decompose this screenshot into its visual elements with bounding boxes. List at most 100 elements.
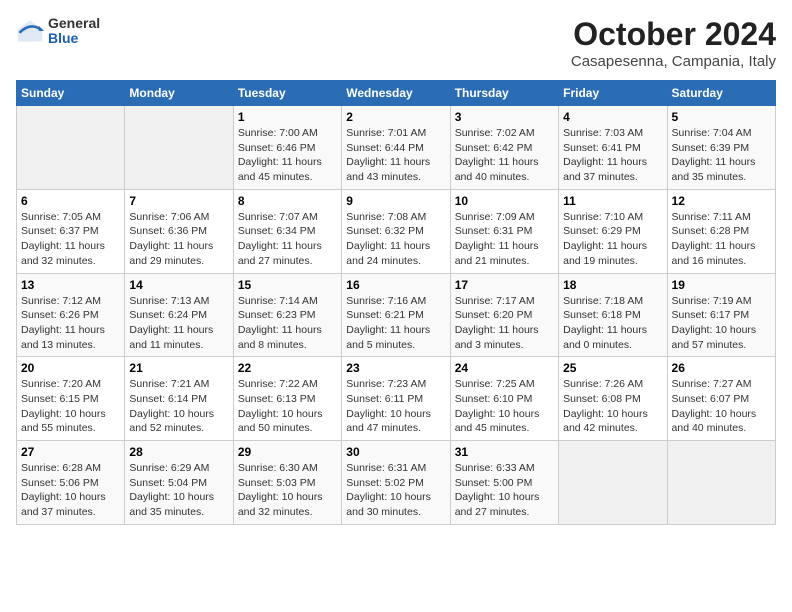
day-info: Sunrise: 7:27 AM Sunset: 6:07 PM Dayligh…: [672, 377, 771, 436]
calendar-cell: 18 Sunrise: 7:18 AM Sunset: 6:18 PM Dayli…: [559, 273, 667, 357]
day-info: Sunrise: 7:16 AM Sunset: 6:21 PM Dayligh…: [346, 294, 445, 353]
day-info: Sunrise: 7:26 AM Sunset: 6:08 PM Dayligh…: [563, 377, 662, 436]
title-block: October 2024 Casapesenna, Campania, Ital…: [571, 16, 776, 70]
calendar-title: October 2024: [571, 16, 776, 53]
day-info: Sunrise: 7:03 AM Sunset: 6:41 PM Dayligh…: [563, 126, 662, 185]
weekday-header: Monday: [125, 81, 233, 106]
day-info: Sunrise: 7:05 AM Sunset: 6:37 PM Dayligh…: [21, 210, 120, 269]
logo: General Blue: [16, 16, 100, 47]
calendar-cell: 15 Sunrise: 7:14 AM Sunset: 6:23 PM Dayli…: [233, 273, 341, 357]
day-number: 25: [563, 361, 662, 375]
day-info: Sunrise: 7:19 AM Sunset: 6:17 PM Dayligh…: [672, 294, 771, 353]
weekday-header: Saturday: [667, 81, 775, 106]
calendar-cell: 24Sunrise: 7:25 AM Sunset: 6:10 PM Dayli…: [450, 357, 558, 441]
day-info: Sunrise: 7:13 AM Sunset: 6:24 PM Dayligh…: [129, 294, 228, 353]
day-info: Sunrise: 7:04 AM Sunset: 6:39 PM Dayligh…: [672, 126, 771, 185]
day-number: 15: [238, 278, 337, 292]
calendar-cell: 29 Sunrise: 6:30 AM Sunset: 5:03 PM Dayli…: [233, 441, 341, 525]
calendar-cell: 20Sunrise: 7:20 AM Sunset: 6:15 PM Dayli…: [17, 357, 125, 441]
weekday-header: Tuesday: [233, 81, 341, 106]
day-info: Sunrise: 7:07 AM Sunset: 6:34 PM Dayligh…: [238, 210, 337, 269]
calendar-cell: 5 Sunrise: 7:04 AM Sunset: 6:39 PM Daylig…: [667, 106, 775, 190]
calendar-cell: 19 Sunrise: 7:19 AM Sunset: 6:17 PM Dayli…: [667, 273, 775, 357]
day-number: 5: [672, 110, 771, 124]
calendar-cell: 26 Sunrise: 7:27 AM Sunset: 6:07 PM Dayli…: [667, 357, 775, 441]
day-info: Sunrise: 7:01 AM Sunset: 6:44 PM Dayligh…: [346, 126, 445, 185]
day-info: Sunrise: 7:02 AM Sunset: 6:42 PM Dayligh…: [455, 126, 554, 185]
calendar-week-row: 13 Sunrise: 7:12 AM Sunset: 6:26 PM Dayli…: [17, 273, 776, 357]
day-info: Sunrise: 6:30 AM Sunset: 5:03 PM Dayligh…: [238, 461, 337, 520]
calendar-cell: 8 Sunrise: 7:07 AM Sunset: 6:34 PM Daylig…: [233, 189, 341, 273]
day-info: Sunrise: 7:09 AM Sunset: 6:31 PM Dayligh…: [455, 210, 554, 269]
day-number: 26: [672, 361, 771, 375]
day-number: 22: [238, 361, 337, 375]
weekday-header: Wednesday: [342, 81, 450, 106]
calendar-cell: 1 Sunrise: 7:00 AM Sunset: 6:46 PM Daylig…: [233, 106, 341, 190]
calendar-cell: [17, 106, 125, 190]
day-info: Sunrise: 6:31 AM Sunset: 5:02 PM Dayligh…: [346, 461, 445, 520]
calendar-week-row: 6 Sunrise: 7:05 AM Sunset: 6:37 PM Daylig…: [17, 189, 776, 273]
day-number: 13: [21, 278, 120, 292]
day-info: Sunrise: 7:23 AM Sunset: 6:11 PM Dayligh…: [346, 377, 445, 436]
day-info: Sunrise: 7:11 AM Sunset: 6:28 PM Dayligh…: [672, 210, 771, 269]
day-number: 11: [563, 194, 662, 208]
calendar-cell: 10 Sunrise: 7:09 AM Sunset: 6:31 PM Dayli…: [450, 189, 558, 273]
calendar-cell: 16 Sunrise: 7:16 AM Sunset: 6:21 PM Dayli…: [342, 273, 450, 357]
day-number: 3: [455, 110, 554, 124]
day-number: 24: [455, 361, 554, 375]
day-number: 10: [455, 194, 554, 208]
day-number: 17: [455, 278, 554, 292]
day-number: 16: [346, 278, 445, 292]
day-number: 1: [238, 110, 337, 124]
calendar-cell: 23 Sunrise: 7:23 AM Sunset: 6:11 PM Dayli…: [342, 357, 450, 441]
calendar-cell: 25 Sunrise: 7:26 AM Sunset: 6:08 PM Dayli…: [559, 357, 667, 441]
page-header: General Blue October 2024 Casapesenna, C…: [16, 16, 776, 70]
day-info: Sunrise: 7:18 AM Sunset: 6:18 PM Dayligh…: [563, 294, 662, 353]
calendar-cell: 7Sunrise: 7:06 AM Sunset: 6:36 PM Daylig…: [125, 189, 233, 273]
calendar-cell: 6 Sunrise: 7:05 AM Sunset: 6:37 PM Daylig…: [17, 189, 125, 273]
day-number: 23: [346, 361, 445, 375]
day-number: 31: [455, 445, 554, 459]
calendar-cell: 13 Sunrise: 7:12 AM Sunset: 6:26 PM Dayli…: [17, 273, 125, 357]
calendar-cell: 14 Sunrise: 7:13 AM Sunset: 6:24 PM Dayli…: [125, 273, 233, 357]
calendar-cell: 27 Sunrise: 6:28 AM Sunset: 5:06 PM Dayli…: [17, 441, 125, 525]
day-info: Sunrise: 7:12 AM Sunset: 6:26 PM Dayligh…: [21, 294, 120, 353]
calendar-header-row: SundayMondayTuesdayWednesdayThursdayFrid…: [17, 81, 776, 106]
day-number: 28: [129, 445, 228, 459]
day-number: 8: [238, 194, 337, 208]
day-number: 18: [563, 278, 662, 292]
day-number: 6: [21, 194, 120, 208]
calendar-cell: 4Sunrise: 7:03 AM Sunset: 6:41 PM Daylig…: [559, 106, 667, 190]
day-number: 12: [672, 194, 771, 208]
calendar-cell: 2 Sunrise: 7:01 AM Sunset: 6:44 PM Daylig…: [342, 106, 450, 190]
logo-text: General Blue: [48, 16, 100, 47]
day-info: Sunrise: 7:17 AM Sunset: 6:20 PM Dayligh…: [455, 294, 554, 353]
calendar-week-row: 27 Sunrise: 6:28 AM Sunset: 5:06 PM Dayli…: [17, 441, 776, 525]
calendar-cell: 21Sunrise: 7:21 AM Sunset: 6:14 PM Dayli…: [125, 357, 233, 441]
calendar-cell: 9Sunrise: 7:08 AM Sunset: 6:32 PM Daylig…: [342, 189, 450, 273]
weekday-header: Friday: [559, 81, 667, 106]
day-number: 20: [21, 361, 120, 375]
day-number: 27: [21, 445, 120, 459]
day-number: 19: [672, 278, 771, 292]
logo-general: General: [48, 16, 100, 31]
day-number: 29: [238, 445, 337, 459]
logo-icon: [16, 17, 44, 45]
logo-blue: Blue: [48, 31, 100, 46]
calendar-body: 1 Sunrise: 7:00 AM Sunset: 6:46 PM Daylig…: [17, 106, 776, 525]
day-info: Sunrise: 7:00 AM Sunset: 6:46 PM Dayligh…: [238, 126, 337, 185]
calendar-week-row: 1 Sunrise: 7:00 AM Sunset: 6:46 PM Daylig…: [17, 106, 776, 190]
calendar-cell: [667, 441, 775, 525]
day-info: Sunrise: 6:28 AM Sunset: 5:06 PM Dayligh…: [21, 461, 120, 520]
day-number: 2: [346, 110, 445, 124]
day-number: 14: [129, 278, 228, 292]
day-info: Sunrise: 7:06 AM Sunset: 6:36 PM Dayligh…: [129, 210, 228, 269]
day-info: Sunrise: 7:14 AM Sunset: 6:23 PM Dayligh…: [238, 294, 337, 353]
calendar-cell: [125, 106, 233, 190]
day-info: Sunrise: 6:29 AM Sunset: 5:04 PM Dayligh…: [129, 461, 228, 520]
day-number: 30: [346, 445, 445, 459]
calendar-cell: 17 Sunrise: 7:17 AM Sunset: 6:20 PM Dayli…: [450, 273, 558, 357]
calendar-cell: [559, 441, 667, 525]
calendar-week-row: 20Sunrise: 7:20 AM Sunset: 6:15 PM Dayli…: [17, 357, 776, 441]
calendar-subtitle: Casapesenna, Campania, Italy: [571, 53, 776, 70]
